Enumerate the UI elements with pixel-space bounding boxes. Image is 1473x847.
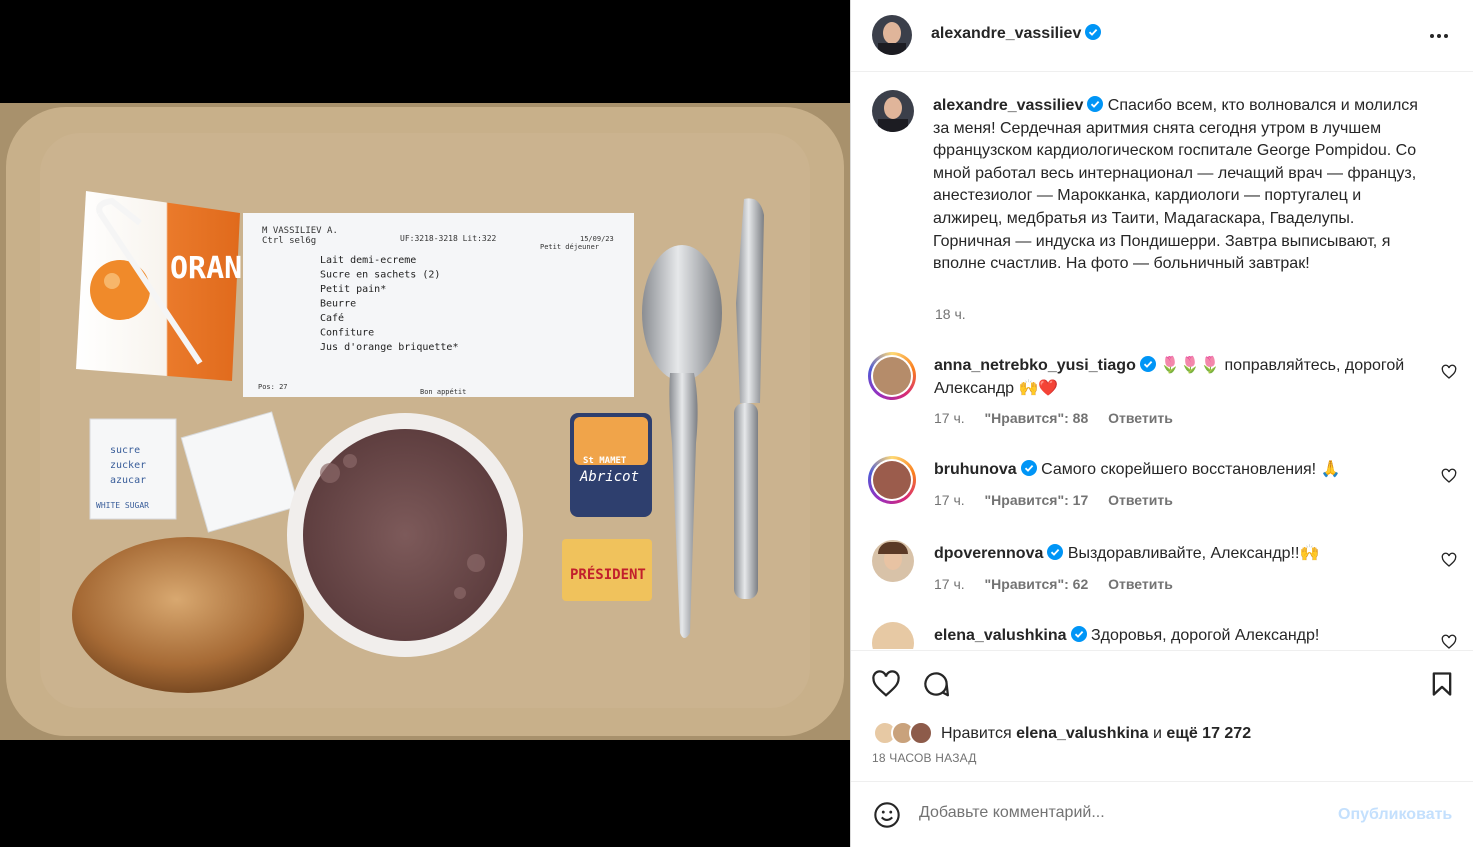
comment-like-icon[interactable] [1441,468,1457,484]
comment-avatar[interactable] [868,456,916,504]
more-icon [1430,34,1448,38]
menu-note-item: Petit pain* [320,284,386,295]
publish-button[interactable]: Опубликовать [1338,806,1452,824]
post-header: alexandre_vassiliev [851,0,1473,72]
comment-time[interactable]: 17 ч. [934,576,965,592]
comment-username[interactable]: dpoverennova [934,545,1043,562]
verified-icon [1070,626,1087,642]
post-side-panel: alexandre_vassiliev alexandre_vassiliev … [850,0,1473,847]
menu-note: M VASSILIEV A. Ctrl sel6g UF:3218-3218 L… [243,213,634,397]
liked-by-avatars[interactable] [873,721,937,745]
comment-likes[interactable]: "Нравится": 62 [985,576,1089,592]
likes-prefix: Нравится [941,725,1012,742]
comment-likes[interactable]: "Нравится": 17 [985,492,1089,508]
comment-reply-button[interactable]: Ответить [1108,576,1173,592]
post-photo[interactable]: ORANGE M VASSILIEV A. Ctrl sel6g UF:3218… [0,103,850,740]
comment-likes[interactable]: "Нравится": 88 [985,410,1089,426]
like-icon[interactable] [871,669,901,699]
post-actions: Нравится elena_valushkina и ещё 17 272 1… [851,650,1473,780]
svg-text:Bon appétit: Bon appétit [420,388,466,396]
svg-text:St MAMET: St MAMET [583,456,627,466]
comment-time[interactable]: 17 ч. [934,492,965,508]
author-avatar[interactable] [872,15,912,55]
comment-meta: 17 ч. "Нравится": 17 Ответить [934,492,1189,508]
comment-time[interactable]: 17 ч. [934,410,965,426]
caption-username[interactable]: alexandre_vassiliev [933,97,1083,114]
verified-icon [1020,460,1037,476]
post-date[interactable]: 18 ЧАСОВ НАЗАД [872,751,977,765]
svg-text:Abricot: Abricot [579,469,639,485]
comment-username[interactable]: bruhunova [934,461,1017,478]
butter-portion: PRÉSIDENT [562,539,652,601]
comment-like-icon[interactable] [1441,634,1457,649]
comment-body: Самого скорейшего восстановления! 🙏 [1041,461,1341,478]
svg-text:Pos: 27: Pos: 27 [258,383,288,391]
comment-body: Выздоравливайте, Александр!!🙌 [1067,545,1320,562]
svg-text:PRÉSIDENT: PRÉSIDENT [570,566,646,583]
comment-text: bruhunova Самого скорейшего восстановлен… [934,458,1414,481]
svg-text:UF:3218-3218 Lit:322: UF:3218-3218 Lit:322 [400,234,497,243]
svg-text:15/09/23: 15/09/23 [580,235,614,243]
jam-portion: St MAMET Abricot [570,413,652,517]
post-media: ORANGE M VASSILIEV A. Ctrl sel6g UF:3218… [0,0,850,847]
menu-note-item: Sucre en sachets (2) [320,270,440,281]
verified-icon [1087,96,1104,112]
comment-username[interactable]: anna_netrebko_yusi_tiago [934,357,1136,374]
breakfast-tray-image: ORANGE M VASSILIEV A. Ctrl sel6g UF:3218… [0,103,850,740]
comment-avatar[interactable] [872,540,914,582]
menu-note-item: Confiture [320,328,374,339]
comment-body: Здоровья, дорогой Александр! [1090,627,1320,644]
verified-icon [1139,356,1156,372]
menu-note-item: Jus d'orange briquette* [320,342,458,353]
comment-meta: 17 ч. "Нравится": 62 Ответить [934,576,1189,592]
likes-count[interactable]: ещё 17 272 [1166,725,1251,742]
comment-username[interactable]: elena_valushkina [934,627,1067,644]
svg-text:Petit déjeuner: Petit déjeuner [540,243,599,251]
comment-like-icon[interactable] [1441,552,1457,568]
likes-and: и [1153,725,1162,742]
comment-icon[interactable] [921,669,951,699]
more-options-button[interactable] [1423,24,1455,48]
svg-text:sucre: sucre [110,445,140,456]
menu-note-item: Café [320,312,344,324]
menu-note-item: Beurre [320,299,356,310]
verified-icon [1047,544,1064,560]
svg-text:WHITE SUGAR: WHITE SUGAR [96,501,149,510]
caption-text: alexandre_vassiliev Спасибо всем, кто во… [933,95,1433,276]
comment-text: anna_netrebko_yusi_tiago 🌷🌷🌷 поправляйте… [934,354,1414,400]
comment-avatar[interactable] [868,352,916,400]
comment-input[interactable] [919,804,1299,822]
bookmark-icon[interactable] [1428,669,1456,699]
svg-text:M VASSILIEV A.: M VASSILIEV A. [262,226,338,236]
comment-meta: 17 ч. "Нравится": 88 Ответить [934,410,1189,426]
svg-text:azucar: azucar [110,475,146,486]
comment-item: elena_valushkina Здоровья, дорогой Алекс… [851,622,1473,649]
likes-user[interactable]: elena_valushkina [1016,725,1149,742]
author-username[interactable]: alexandre_vassiliev [931,24,1102,43]
caption-avatar[interactable] [872,90,914,132]
comment-text: elena_valushkina Здоровья, дорогой Алекс… [934,624,1414,647]
emoji-icon[interactable] [873,801,901,829]
svg-text:zucker: zucker [110,460,146,471]
cocoa-bowl [287,413,523,657]
comment-text: dpoverennova Выздоравливайте, Александр!… [934,542,1414,565]
bread-roll [72,537,304,693]
comment-like-icon[interactable] [1441,364,1457,380]
svg-text:Ctrl sel6g: Ctrl sel6g [262,236,316,246]
comment-avatar[interactable] [872,622,914,649]
menu-note-item: Lait demi-ecreme [320,255,416,266]
comment-reply-button[interactable]: Ответить [1108,410,1173,426]
verified-icon [1085,24,1102,40]
likes-summary[interactable]: Нравится elena_valushkina и ещё 17 272 [941,725,1251,743]
caption-body: Спасибо всем, кто волновался и молился з… [933,97,1418,273]
comment-form: Опубликовать [851,781,1473,847]
comment-reply-button[interactable]: Ответить [1108,492,1173,508]
caption-time: 18 ч. [935,306,966,322]
